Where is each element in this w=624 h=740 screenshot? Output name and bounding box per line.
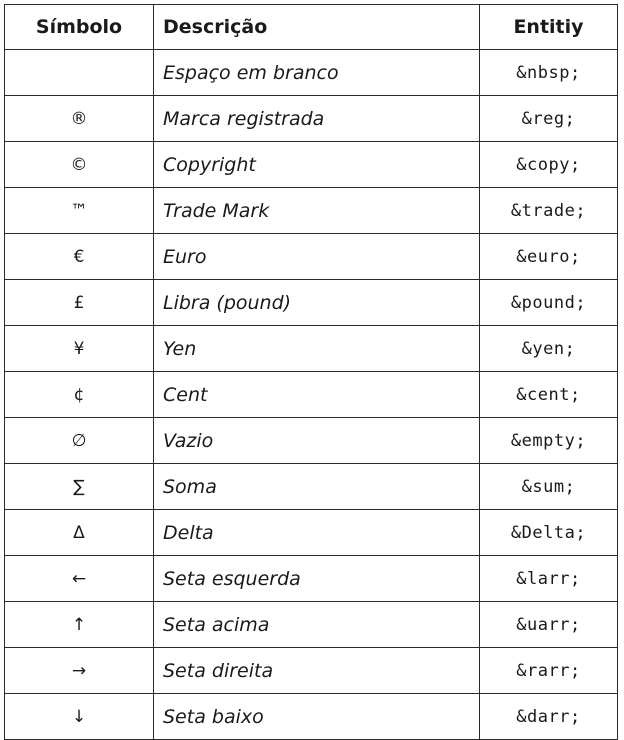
entity-cell: &trade; xyxy=(479,187,618,234)
description-cell: Seta direita xyxy=(153,647,480,694)
table-row: © Copyright &copy; xyxy=(4,141,618,188)
description-cell: Euro xyxy=(153,233,480,280)
table-row: ↑ Seta acima &uarr; xyxy=(4,601,618,648)
description-cell: Vazio xyxy=(153,417,480,464)
description-cell: Seta esquerda xyxy=(153,555,480,602)
table-row: ∅ Vazio &empty; xyxy=(4,417,618,464)
table-row: Δ Delta &Delta; xyxy=(4,509,618,556)
entity-cell: &Delta; xyxy=(479,509,618,556)
symbol-cell: ¥ xyxy=(4,325,154,372)
table-row: ∑ Soma &sum; xyxy=(4,463,618,510)
entity-cell: &rarr; xyxy=(479,647,618,694)
table-row: ↓ Seta baixo &darr; xyxy=(4,693,618,740)
table-row: ← Seta esquerda &larr; xyxy=(4,555,618,602)
table-row: ¢ Cent &cent; xyxy=(4,371,618,418)
table-header-row: Símbolo Descrição Entitiy xyxy=(4,4,618,50)
entity-cell: &copy; xyxy=(479,141,618,188)
column-header-symbol: Símbolo xyxy=(4,4,154,50)
entity-cell: &cent; xyxy=(479,371,618,418)
table-row: ¥ Yen &yen; xyxy=(4,325,618,372)
entity-cell: &nbsp; xyxy=(479,49,618,96)
description-cell: Copyright xyxy=(153,141,480,188)
table-header: Símbolo Descrição Entitiy xyxy=(4,4,618,50)
symbol-cell: ¢ xyxy=(4,371,154,418)
column-header-description: Descrição xyxy=(153,4,480,50)
column-header-entity: Entitiy xyxy=(479,4,618,50)
entity-cell: &larr; xyxy=(479,555,618,602)
symbol-cell: → xyxy=(4,647,154,694)
description-cell: Seta acima xyxy=(153,601,480,648)
description-cell: Trade Mark xyxy=(153,187,480,234)
symbol-cell: € xyxy=(4,233,154,280)
table-body: Espaço em branco &nbsp; ® Marca registra… xyxy=(4,49,618,740)
table-row: Espaço em branco &nbsp; xyxy=(4,49,618,96)
symbol-cell: ↑ xyxy=(4,601,154,648)
symbol-cell: ↓ xyxy=(4,693,154,740)
entity-cell: &empty; xyxy=(479,417,618,464)
symbol-cell: ∅ xyxy=(4,417,154,464)
entity-cell: &reg; xyxy=(479,95,618,142)
entity-cell: &pound; xyxy=(479,279,618,326)
symbol-cell: ™ xyxy=(4,187,154,234)
symbol-cell xyxy=(4,49,154,96)
description-cell: Cent xyxy=(153,371,480,418)
table-row: £ Libra (pound) &pound; xyxy=(4,279,618,326)
description-cell: Marca registrada xyxy=(153,95,480,142)
entity-cell: &euro; xyxy=(479,233,618,280)
description-cell: Libra (pound) xyxy=(153,279,480,326)
description-cell: Soma xyxy=(153,463,480,510)
table-row: → Seta direita &rarr; xyxy=(4,647,618,694)
entity-cell: &uarr; xyxy=(479,601,618,648)
symbol-cell: ← xyxy=(4,555,154,602)
description-cell: Seta baixo xyxy=(153,693,480,740)
description-cell: Delta xyxy=(153,509,480,556)
symbol-cell: Δ xyxy=(4,509,154,556)
symbol-cell: © xyxy=(4,141,154,188)
entity-cell: &yen; xyxy=(479,325,618,372)
description-cell: Espaço em branco xyxy=(153,49,480,96)
html-entities-table: Símbolo Descrição Entitiy Espaço em bran… xyxy=(4,4,618,740)
table-row: ® Marca registrada &reg; xyxy=(4,95,618,142)
table-row: ™ Trade Mark &trade; xyxy=(4,187,618,234)
symbol-cell: £ xyxy=(4,279,154,326)
description-cell: Yen xyxy=(153,325,480,372)
entity-cell: &darr; xyxy=(479,693,618,740)
table-row: € Euro &euro; xyxy=(4,233,618,280)
entity-cell: &sum; xyxy=(479,463,618,510)
symbol-cell: ® xyxy=(4,95,154,142)
symbol-cell: ∑ xyxy=(4,463,154,510)
